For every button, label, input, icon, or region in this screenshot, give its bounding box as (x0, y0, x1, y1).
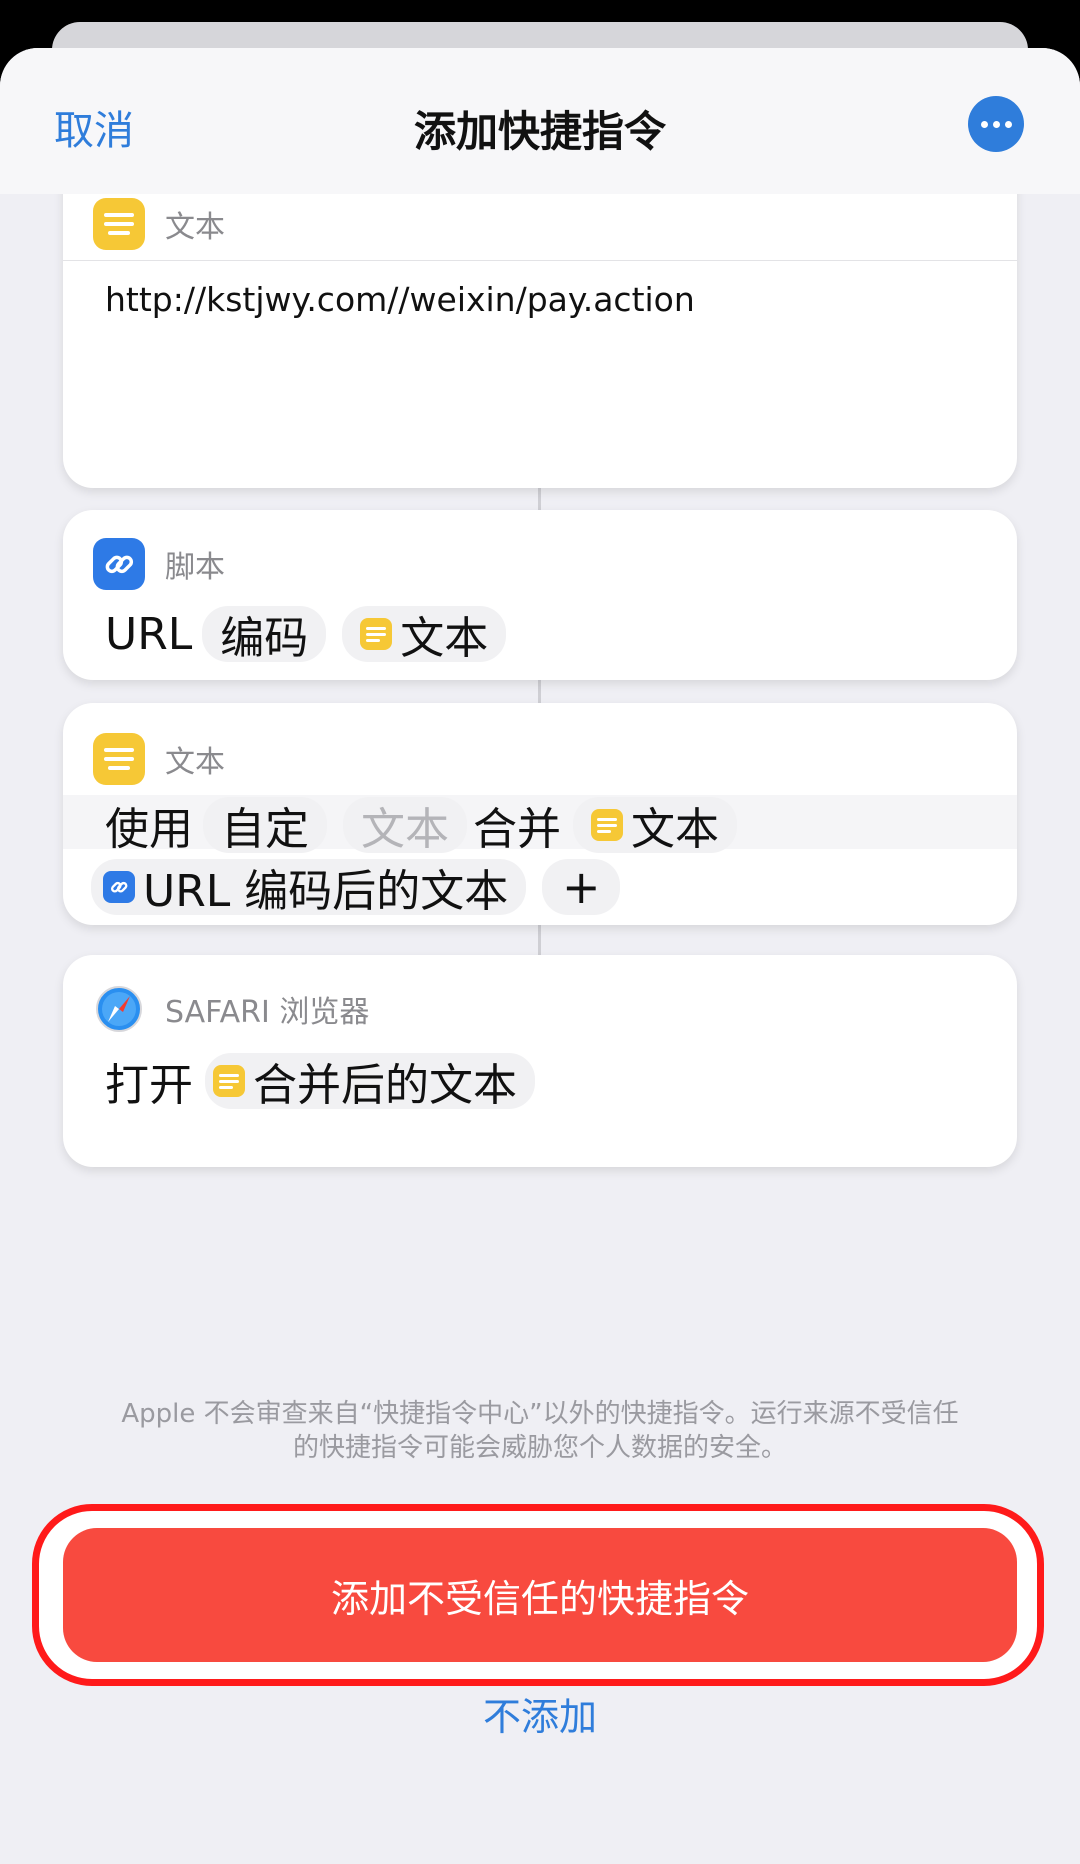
untrusted-warning-text: Apple 不会审查来自“快捷指令中心”以外的快捷指令。运行来源不受信任 的快捷… (60, 1397, 1020, 1465)
action-header: 脚本 (93, 538, 225, 590)
action-title: 文本 (165, 210, 225, 245)
flow-connector (538, 925, 541, 955)
nav-bar: 取消 添加快捷指令 (0, 48, 1080, 194)
text-doc-icon (360, 618, 393, 650)
action-title: 文本 (165, 745, 225, 780)
action-params: 打开 合并后的文本 (105, 1049, 535, 1113)
link-icon (103, 871, 135, 903)
warning-line: Apple 不会审查来自“快捷指令中心”以外的快捷指令。运行来源不受信任 (121, 1399, 959, 1429)
action-header: 文本 (93, 733, 225, 785)
safari-open-action-card[interactable]: SAFARI 浏览器 打开 合并后的文本 (63, 955, 1017, 1167)
warning-line: 的快捷指令可能会威胁您个人数据的安全。 (292, 1433, 787, 1463)
mode-token[interactable]: 自定 (203, 797, 327, 855)
text-doc-icon (591, 809, 623, 841)
verb-label: 打开 (105, 1060, 193, 1111)
dont-add-button[interactable]: 不添加 (0, 1686, 1080, 1741)
action-params-line-2: URL 编码后的文本 + (91, 859, 621, 917)
link-icon (93, 538, 145, 590)
merge-label: 合并 (473, 804, 561, 855)
combine-text-action-card[interactable]: 文本 使用 自定 文本 合并 文本 URL 编码后的文本 + (63, 703, 1017, 925)
add-variable-button[interactable]: + (542, 859, 621, 915)
text-doc-icon (213, 1065, 245, 1097)
action-title: 脚本 (165, 550, 225, 585)
action-params: URL 编码 文本 (105, 606, 507, 664)
text-doc-icon (93, 198, 145, 250)
url-encoded-variable-token[interactable]: URL 编码后的文本 (91, 859, 527, 917)
action-header: SAFARI 浏览器 (93, 983, 369, 1035)
input-variable-token[interactable]: 文本 (573, 797, 737, 855)
variable-label: 合并后的文本 (253, 1060, 517, 1111)
ellipsis-icon[interactable] (968, 96, 1024, 152)
variable-label: URL 编码后的文本 (143, 866, 509, 917)
action-header: 文本 (93, 198, 225, 250)
text-doc-icon (93, 733, 145, 785)
safari-compass-icon (93, 983, 145, 1035)
page-title: 添加快捷指令 (413, 107, 666, 156)
variable-label: 文本 (631, 804, 719, 855)
url-label: URL (105, 608, 193, 660)
input-variable-token[interactable]: 合并后的文本 (205, 1053, 535, 1111)
url-encode-action-card[interactable]: 脚本 URL 编码 文本 (63, 510, 1017, 680)
verb-label: 使用 (105, 804, 193, 855)
add-untrusted-shortcut-button[interactable]: 添加不受信任的快捷指令 (63, 1528, 1017, 1662)
action-title: SAFARI 浏览器 (165, 995, 370, 1030)
divider (63, 260, 1017, 261)
action-params-line-1: 使用 自定 文本 合并 文本 (105, 793, 737, 857)
separator-placeholder-token[interactable]: 文本 (343, 797, 467, 855)
mode-token[interactable]: 编码 (202, 606, 327, 664)
input-variable-token[interactable]: 文本 (342, 606, 507, 664)
variable-label: 文本 (400, 613, 489, 664)
text-content-field[interactable]: http://kstjwy.com//weixin/pay.action (105, 280, 695, 319)
